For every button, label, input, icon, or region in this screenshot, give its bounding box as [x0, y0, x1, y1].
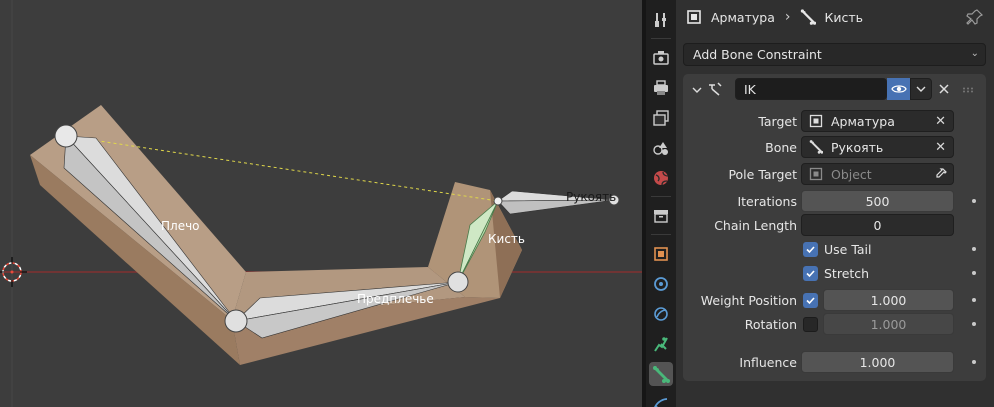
drag-handle-icon[interactable]	[962, 87, 976, 93]
rotation-field[interactable]: 1.000	[823, 313, 954, 335]
bone-label-hand: Кисть	[488, 232, 525, 246]
delete-constraint-icon[interactable]	[937, 82, 951, 96]
chain-length-label: Chain Length	[714, 218, 797, 233]
use-tail-checkbox[interactable]	[803, 242, 818, 257]
view-layer-icon[interactable]	[649, 106, 673, 130]
constraint-name-input[interactable]: IK	[735, 78, 887, 100]
add-bone-constraint-dropdown[interactable]: Add Bone Constraint ⌄	[683, 43, 986, 66]
breadcrumb-object: Арматура	[686, 9, 775, 25]
eyedropper-icon[interactable]	[934, 167, 948, 181]
rotation-label: Rotation	[744, 317, 797, 332]
object-constraint-icon[interactable]	[649, 332, 673, 356]
weight-position-field[interactable]: 1.000	[823, 289, 954, 311]
clear-target-icon[interactable]: ✕	[935, 114, 946, 129]
ik-constraint-icon	[709, 82, 722, 96]
constraint-name: IK	[744, 81, 756, 97]
influence-keyframe-icon[interactable]	[972, 360, 976, 364]
output-icon[interactable]	[649, 76, 673, 100]
properties-editor: Арматура › Кисть Add Bone Constraint ⌄ I…	[676, 0, 994, 407]
bone-label-forearm: Предплечье	[357, 292, 434, 306]
breadcrumb: Арматура › Кисть	[676, 0, 994, 34]
tool-icon[interactable]	[649, 8, 673, 32]
modifier-icon[interactable]	[649, 272, 673, 296]
chain-length-value: 0	[873, 217, 882, 233]
influence-field[interactable]: 1.000	[801, 351, 954, 373]
chevron-down-icon: ⌄	[970, 48, 979, 59]
bone-value: Рукоять	[831, 139, 884, 155]
chain-length-field[interactable]: 0	[801, 214, 954, 236]
iterations-label: Iterations	[737, 194, 797, 209]
3d-viewport[interactable]: Плечо Предплечье Кисть Рукоять	[0, 0, 642, 407]
stretch-keyframe-icon[interactable]	[972, 271, 976, 275]
collapse-chevron-icon[interactable]	[691, 84, 703, 96]
target-value: Арматура	[831, 113, 895, 129]
stretch-checkbox[interactable]	[803, 266, 818, 281]
weight-position-checkbox[interactable]	[803, 293, 818, 308]
add-bone-constraint-label: Add Bone Constraint	[693, 47, 822, 62]
checkmark-icon	[806, 270, 815, 278]
pole-target-label: Pole Target	[728, 167, 797, 182]
world-icon[interactable]	[649, 166, 673, 190]
clear-bone-icon[interactable]: ✕	[935, 140, 946, 155]
bone-field[interactable]: Рукоять ✕	[801, 136, 954, 158]
influence-value: 1.000	[859, 354, 896, 370]
object-field-icon	[809, 167, 823, 181]
breadcrumb-object-label: Арматура	[711, 9, 775, 25]
rotation-value: 1.000	[870, 316, 907, 332]
physics-icon[interactable]	[649, 302, 673, 326]
breadcrumb-chevron-icon: ›	[784, 9, 791, 25]
iterations-field[interactable]: 500	[801, 190, 954, 212]
bone-icon[interactable]	[649, 362, 673, 386]
bone-small-icon	[801, 9, 817, 25]
target-field[interactable]: Арматура ✕	[801, 110, 954, 132]
bone-label: Bone	[765, 140, 797, 155]
object-icon[interactable]	[649, 242, 673, 266]
properties-tab-strip	[646, 0, 676, 407]
iterations-keyframe-icon[interactable]	[972, 199, 976, 203]
viewport-scene[interactable]: Плечо Предплечье Кисть Рукоять	[0, 0, 642, 407]
pole-target-field[interactable]: Object	[801, 163, 954, 185]
breadcrumb-bone-label: Кисть	[824, 9, 863, 25]
weight-position-value: 1.000	[870, 292, 907, 308]
armature-icon	[687, 10, 701, 24]
use-tail-label: Use Tail	[824, 242, 872, 257]
iterations-value: 500	[865, 193, 890, 209]
scene-icon[interactable]	[649, 136, 673, 160]
weight-position-keyframe-icon[interactable]	[972, 298, 976, 302]
bone-field-icon	[809, 140, 823, 154]
ik-constraint-panel: IK Target Арматура ✕ Bone Рукоять ✕ Pole…	[683, 74, 986, 381]
pin-icon[interactable]	[966, 8, 984, 26]
bone-constraint-icon[interactable]	[649, 392, 673, 407]
checkmark-icon	[806, 297, 815, 305]
target-label: Target	[758, 114, 797, 129]
rotation-checkbox[interactable]	[803, 317, 818, 332]
constraint-menu-chevron-icon[interactable]	[910, 78, 932, 100]
rotation-keyframe-icon[interactable]	[972, 322, 976, 326]
collection-icon[interactable]	[649, 204, 673, 228]
checkmark-icon	[806, 246, 815, 254]
eye-icon[interactable]	[887, 78, 910, 100]
render-icon[interactable]	[649, 46, 673, 70]
armature-object-icon	[809, 114, 823, 128]
pole-target-placeholder: Object	[831, 166, 872, 182]
weight-position-label: Weight Position	[700, 293, 797, 308]
bone-label-handle: Рукоять	[566, 190, 616, 204]
bone-label-shoulder: Плечо	[161, 219, 200, 233]
use-tail-keyframe-icon[interactable]	[972, 247, 976, 251]
stretch-label: Stretch	[824, 266, 870, 281]
breadcrumb-bone: Кисть	[800, 9, 863, 25]
influence-label: Influence	[739, 355, 797, 370]
